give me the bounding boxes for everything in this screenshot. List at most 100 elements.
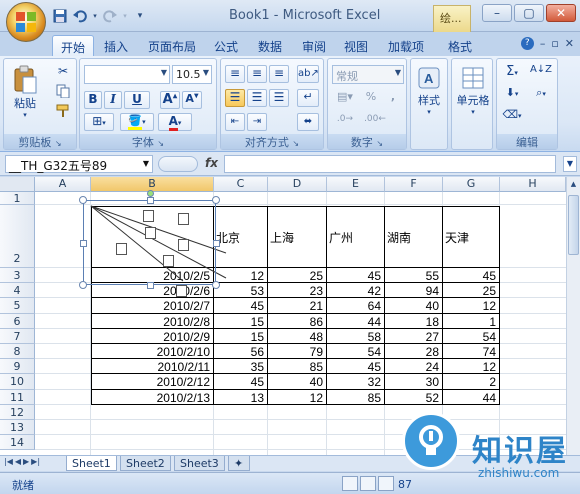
value-cell[interactable]: 13 [214, 391, 266, 405]
tab-formulas[interactable]: 公式 [206, 35, 246, 56]
row-header[interactable]: 11 [0, 390, 35, 405]
align-right-button[interactable]: ☰ [269, 89, 289, 107]
autosum-button[interactable]: Σ▾ [499, 63, 525, 81]
date-cell[interactable]: 2010/2/10 [91, 345, 212, 359]
value-cell[interactable]: 40 [268, 375, 325, 389]
insert-function-button[interactable]: fx [205, 156, 218, 170]
row-header[interactable]: 4 [0, 283, 35, 298]
increase-indent-button[interactable]: ⇥ [247, 113, 267, 131]
value-cell[interactable]: 45 [214, 299, 266, 313]
cut-button[interactable]: ✂ [54, 63, 72, 79]
format-painter-button[interactable] [54, 103, 72, 119]
dialog-launcher-icon[interactable]: ↘ [55, 139, 62, 148]
table-header-cell[interactable]: 广州 [327, 229, 383, 245]
name-box[interactable]: __TH_G32五号89 ▼ [5, 155, 153, 173]
align-bottom-button[interactable]: ≡ [269, 65, 289, 83]
rotate-handle[interactable] [146, 190, 154, 197]
row-header[interactable]: 12 [0, 405, 35, 420]
dialog-launcher-icon[interactable]: ↘ [292, 139, 299, 148]
value-cell[interactable]: 52 [385, 391, 441, 405]
text-box-shape[interactable] [176, 285, 187, 297]
value-cell[interactable]: 85 [268, 360, 325, 374]
first-sheet-icon[interactable]: |◀ [4, 457, 13, 466]
formula-splitter[interactable] [158, 156, 198, 172]
font-color-button[interactable]: A▾ [158, 113, 192, 131]
value-cell[interactable]: 48 [268, 330, 325, 344]
page-break-view-icon[interactable] [378, 476, 394, 491]
row-header[interactable]: 14 [0, 435, 35, 450]
value-cell[interactable]: 32 [327, 375, 383, 389]
value-cell[interactable]: 1 [443, 315, 498, 329]
value-cell[interactable]: 74 [443, 345, 498, 359]
value-cell[interactable]: 54 [327, 345, 383, 359]
value-cell[interactable]: 42 [327, 284, 383, 298]
date-cell[interactable]: 2010/2/8 [91, 315, 212, 329]
row-header[interactable]: 3 [0, 268, 35, 283]
value-cell[interactable]: 24 [385, 360, 441, 374]
resize-handle[interactable] [213, 239, 220, 247]
column-header[interactable]: H [500, 177, 566, 192]
value-cell[interactable]: 2 [443, 375, 498, 389]
value-cell[interactable]: 45 [214, 375, 266, 389]
tab-view[interactable]: 视图 [336, 35, 376, 56]
fill-button[interactable]: ⬇▾ [499, 85, 525, 103]
resize-handle[interactable] [146, 282, 154, 289]
wrap-text-button[interactable]: ↵ [297, 89, 319, 107]
tab-add-ins[interactable]: 加载项 [380, 35, 432, 56]
increase-decimal-button[interactable]: .0→ [332, 113, 358, 131]
row-header[interactable]: 13 [0, 420, 35, 435]
value-cell[interactable]: 25 [443, 284, 498, 298]
date-cell[interactable]: 2010/2/9 [91, 330, 212, 344]
normal-view-icon[interactable] [342, 476, 358, 491]
bold-button[interactable]: B [84, 91, 102, 109]
close-button[interactable]: ✕ [546, 4, 576, 22]
row-header[interactable]: 1 [0, 192, 35, 205]
ribbon-restore-icon[interactable]: ▫ [551, 37, 558, 50]
value-cell[interactable]: 12 [443, 299, 498, 313]
undo-icon[interactable] [72, 8, 88, 24]
value-cell[interactable]: 64 [327, 299, 383, 313]
value-cell[interactable]: 15 [214, 330, 266, 344]
tab-review[interactable]: 审阅 [294, 35, 334, 56]
date-cell[interactable]: 2010/2/13 [91, 391, 212, 405]
insert-sheet-button[interactable]: ✦ [228, 456, 250, 471]
customize-icon[interactable]: ▾ [132, 8, 148, 24]
value-cell[interactable]: 28 [385, 345, 441, 359]
number-format-combo[interactable]: 常规 ▼ [332, 65, 404, 84]
borders-button[interactable]: ⊞▾ [84, 113, 114, 131]
resize-handle[interactable] [212, 196, 220, 204]
expand-formula-bar-button[interactable]: ▼ [563, 156, 577, 172]
value-cell[interactable]: 86 [268, 315, 325, 329]
decrease-decimal-button[interactable]: .00← [362, 113, 388, 131]
align-left-button[interactable]: ☰ [225, 89, 245, 107]
scroll-thumb[interactable] [568, 195, 579, 255]
value-cell[interactable]: 94 [385, 284, 441, 298]
row-header[interactable]: 5 [0, 298, 35, 314]
value-cell[interactable]: 18 [385, 315, 441, 329]
value-cell[interactable]: 25 [268, 269, 325, 283]
column-header[interactable]: A [35, 177, 91, 192]
value-cell[interactable]: 40 [385, 299, 441, 313]
resize-handle[interactable] [146, 197, 154, 204]
find-select-button[interactable]: ⌕▾ [527, 85, 555, 103]
tab-data[interactable]: 数据 [250, 35, 290, 56]
dialog-launcher-icon[interactable]: ↘ [376, 139, 383, 148]
value-cell[interactable]: 15 [214, 315, 266, 329]
ribbon-close-icon[interactable]: ✕ [565, 37, 574, 50]
grow-font-button[interactable]: A▲ [160, 91, 180, 109]
date-cell[interactable]: 2010/2/11 [91, 360, 212, 374]
table-header-cell[interactable]: 上海 [268, 229, 325, 245]
align-center-button[interactable]: ☰ [247, 89, 267, 107]
fill-color-button[interactable]: 🪣▾ [120, 113, 154, 131]
table-header-cell[interactable]: 天津 [443, 229, 498, 245]
clear-button[interactable]: ⌫▾ [499, 107, 525, 125]
value-cell[interactable]: 54 [443, 330, 498, 344]
value-cell[interactable]: 79 [268, 345, 325, 359]
column-header[interactable]: D [268, 177, 327, 192]
value-cell[interactable]: 44 [443, 391, 498, 405]
value-cell[interactable]: 23 [268, 284, 325, 298]
scroll-up-icon[interactable]: ▲ [567, 177, 580, 191]
help-icon[interactable]: ? [520, 37, 534, 50]
tab-home[interactable]: 开始 [52, 35, 95, 56]
copy-button[interactable] [54, 83, 72, 99]
